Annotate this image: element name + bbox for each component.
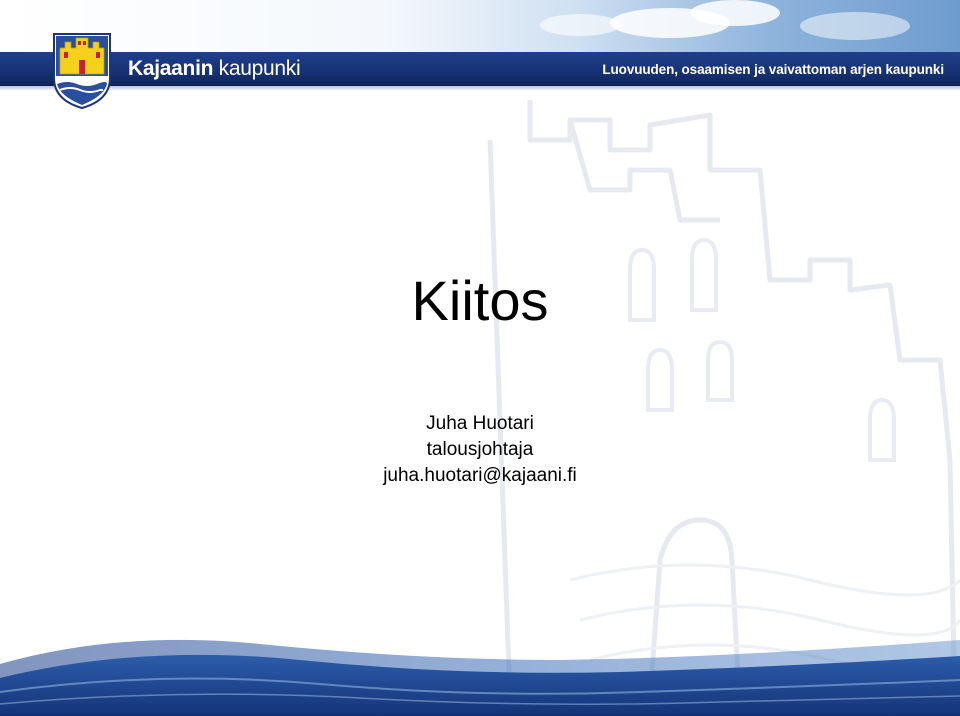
bottom-waves-decoration xyxy=(0,639,960,716)
castle-crest-icon xyxy=(53,33,111,110)
contact-email: juha.huotari@kajaani.fi xyxy=(383,465,577,486)
brand-name: Kajaanin kaupunki xyxy=(128,57,301,81)
contact-role: talousjohtaja xyxy=(426,439,534,460)
header-sky-background xyxy=(0,0,960,54)
header-slogan: Luovuuden, osaamisen ja vaivattoman arje… xyxy=(602,62,944,77)
slide-title: Kiitos xyxy=(411,269,549,332)
header-bar-shadow xyxy=(0,86,960,91)
brand-name-regular: kaupunki xyxy=(213,57,301,80)
contact-name: Juha Huotari xyxy=(426,413,534,434)
slide: Kajaanin kaupunki Luovuuden, osaamisen j… xyxy=(0,0,960,716)
brand-name-bold: Kajaanin xyxy=(128,57,214,80)
